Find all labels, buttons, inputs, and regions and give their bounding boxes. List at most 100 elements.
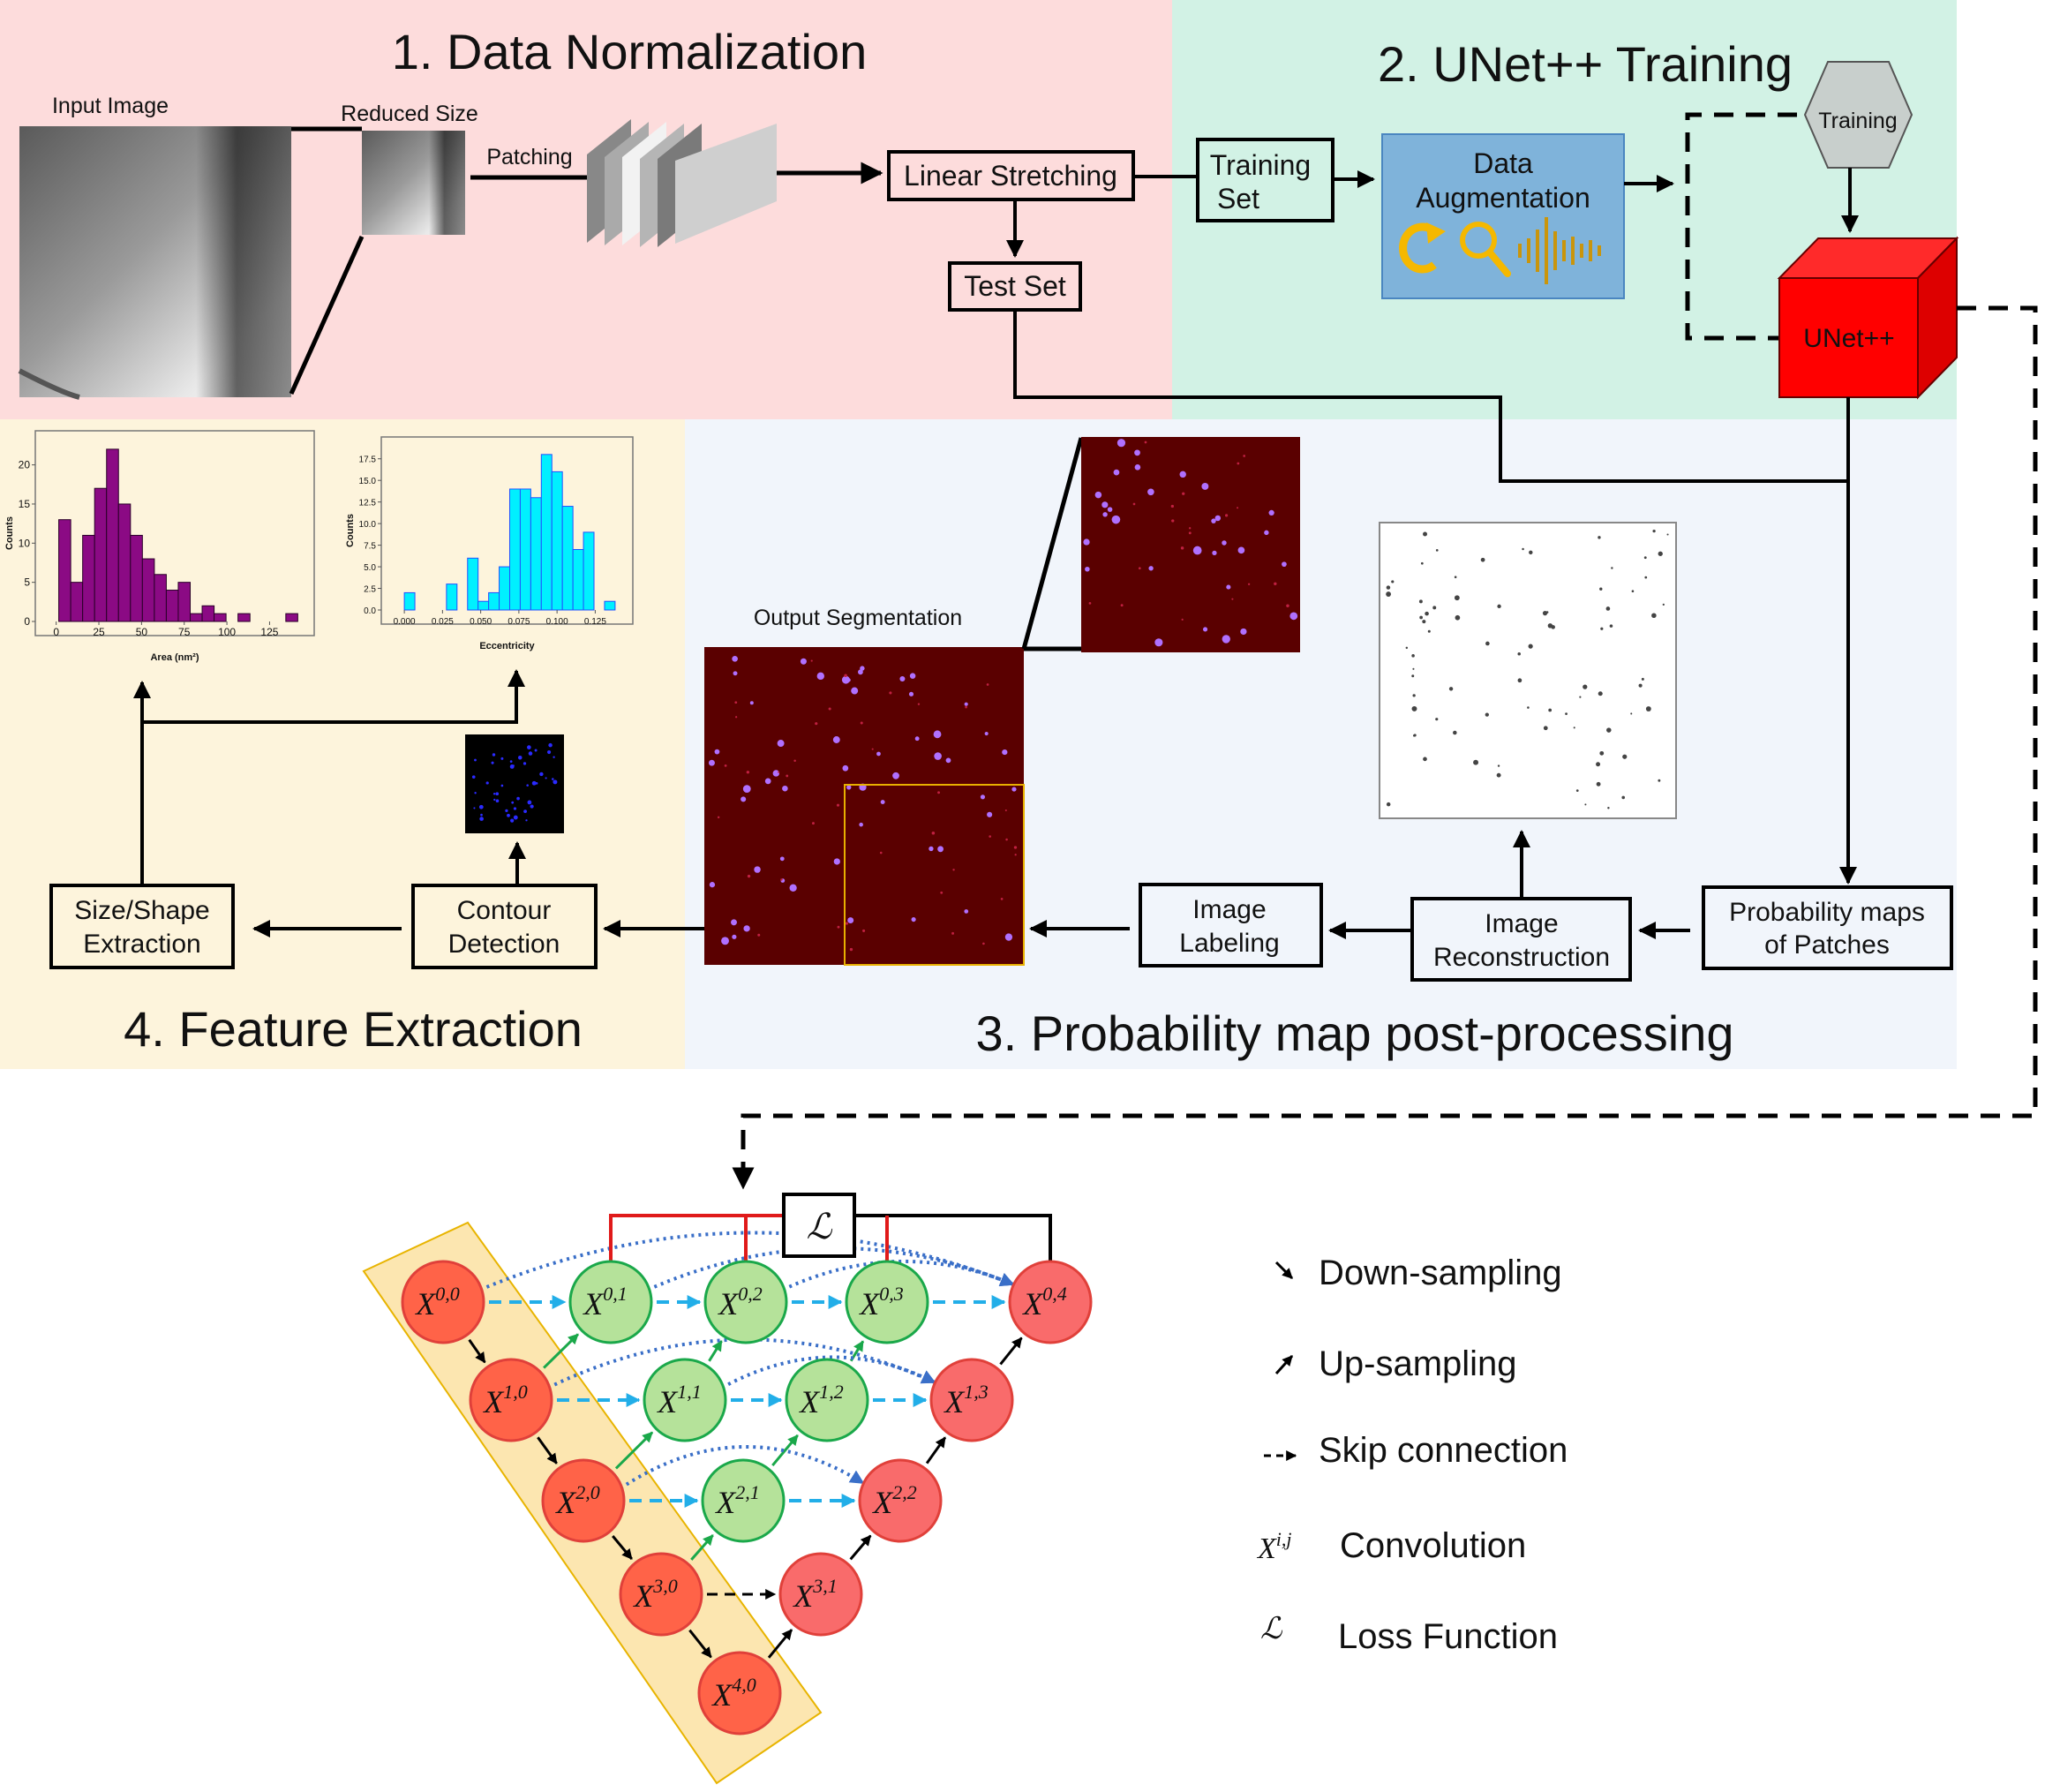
particle-dot (721, 937, 729, 945)
particle-dot (937, 846, 944, 853)
particle-dot (845, 922, 848, 925)
segmentation-zoom-image (1081, 437, 1300, 652)
histogram-bar (551, 471, 563, 611)
particle-dot (984, 731, 989, 736)
node-x-31: X3,1 (778, 1552, 863, 1637)
y-tick-label: 10 (19, 537, 31, 549)
y-tick-label: 12.5 (359, 499, 377, 508)
particle-dot (933, 730, 942, 739)
particle-dot (876, 751, 881, 757)
histogram-bar (488, 591, 500, 611)
svg-text:Image: Image (1485, 909, 1558, 938)
histogram-bar (583, 531, 595, 611)
particle-dot (513, 807, 517, 810)
input-image-label: Input Image (52, 94, 169, 118)
particle-dot (1192, 546, 1202, 555)
particle-dot (1435, 718, 1439, 721)
particle-dot (1113, 469, 1120, 476)
particle-dot (951, 931, 954, 935)
particle-dot (780, 878, 783, 881)
particle-dot (1598, 691, 1603, 696)
histogram-bar (94, 487, 108, 622)
particle-dot (1170, 504, 1175, 508)
particle-dot (527, 745, 531, 749)
particle-dot (733, 671, 738, 676)
particle-dot (833, 858, 840, 865)
histogram-bar (130, 534, 143, 622)
particle-dot (836, 803, 840, 807)
particle-dot (741, 796, 747, 802)
histogram-bar (237, 613, 251, 622)
particle-dot (474, 792, 477, 794)
particle-dot (552, 778, 554, 780)
particle-dot (1528, 644, 1533, 649)
particle-dot (473, 807, 476, 809)
figure-canvas: 1. Data Normalization 2. UNet++ Training… (0, 0, 2038, 1785)
unet-edge (999, 1336, 1023, 1366)
particle-dot (548, 742, 553, 748)
particle-dot (1243, 455, 1245, 457)
node-x-30: X3,0 (619, 1552, 703, 1637)
x-tick-label: 0.025 (432, 617, 454, 627)
particle-dot (815, 722, 818, 726)
y-axis-label: Counts (4, 516, 15, 550)
y-tick-label: 0 (24, 615, 30, 628)
particle-dot (1231, 598, 1234, 600)
particle-dot (789, 884, 797, 892)
legend-convolution: Convolution (1340, 1526, 1526, 1565)
node-x-00: X0,0 (401, 1260, 485, 1344)
particle-dot (1289, 612, 1298, 621)
particle-dot (810, 659, 813, 662)
particle-dot (1529, 550, 1533, 555)
particle-dot (1222, 540, 1227, 546)
histogram-bar (201, 605, 215, 622)
histogram-bar (519, 488, 531, 611)
particle-dot (1432, 606, 1437, 610)
section-4-title: 4. Feature Extraction (124, 1001, 583, 1057)
particle-dot (1120, 604, 1124, 607)
particle-dot (1605, 606, 1611, 611)
particle-dot (1413, 734, 1417, 737)
particle-dot (847, 917, 854, 924)
histogram-bar (467, 557, 479, 611)
particle-dot (964, 909, 969, 914)
node-x-22: X2,2 (858, 1458, 943, 1543)
legend-loss-function: Loss Function (1338, 1617, 1558, 1656)
histogram-bar (572, 548, 584, 611)
particle-dot (812, 822, 815, 825)
particle-dot (1598, 536, 1601, 539)
particle-dot (1579, 696, 1582, 698)
particle-dot (1226, 584, 1231, 590)
particle-dot (1132, 502, 1136, 506)
svg-text:UNet++: UNet++ (1803, 324, 1894, 353)
x-tick-label: 50 (136, 626, 148, 638)
particle-dot (525, 819, 528, 822)
unet-legend: Down-sampling Up-sampling Skip connectio… (1256, 1254, 1568, 1656)
particle-dot (754, 866, 761, 873)
x-tick-label: 100 (218, 626, 236, 638)
particle-dot (1497, 604, 1501, 609)
convolution-symbol-icon: Xi,j (1256, 1528, 1292, 1565)
particle-dot (858, 669, 863, 675)
node-x-21: X2,1 (701, 1458, 786, 1543)
particle-dot (523, 762, 527, 765)
particle-dot (1599, 750, 1605, 756)
y-tick-label: 15.0 (359, 477, 377, 486)
particle-dot (743, 925, 750, 932)
particle-dot (495, 799, 500, 803)
particle-dot (793, 759, 796, 762)
particle-dot (1425, 611, 1429, 616)
particle-dot (474, 758, 477, 762)
particle-dot (1134, 463, 1141, 471)
particle-dot (1405, 646, 1409, 650)
particle-dot (539, 772, 544, 777)
particle-dot (1116, 439, 1126, 448)
particle-dot (1517, 678, 1522, 683)
particle-dot (485, 781, 489, 785)
particle-dot (534, 749, 538, 752)
particle-dot (500, 757, 504, 760)
particle-dot (764, 778, 771, 785)
particle-dot (747, 874, 751, 878)
output-segmentation-image (704, 647, 1024, 965)
particle-dot (846, 785, 852, 790)
